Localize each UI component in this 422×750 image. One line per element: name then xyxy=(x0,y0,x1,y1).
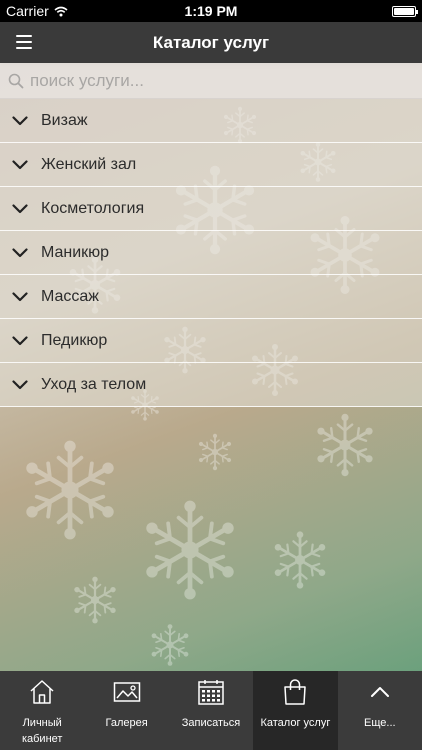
wifi-icon xyxy=(54,6,68,16)
service-item-label: Педикюр xyxy=(41,331,108,349)
search-input[interactable] xyxy=(30,70,410,91)
service-item-ukhod-za-telom[interactable]: Уход за телом xyxy=(0,363,422,407)
home-icon xyxy=(27,677,57,707)
chevron-down-icon xyxy=(12,115,28,125)
chevron-down-icon xyxy=(12,159,28,169)
chevron-down-icon xyxy=(12,379,28,389)
navigation-bar: Каталог услуг xyxy=(0,22,422,63)
clock: 1:19 PM xyxy=(184,3,238,19)
service-item-label: Косметология xyxy=(41,199,145,217)
service-item-label: Уход за телом xyxy=(41,375,147,393)
tab-service-catalog[interactable]: Каталог услуг xyxy=(253,671,338,750)
gallery-icon xyxy=(112,677,142,707)
tab-bar: Личный кабинет Галерея Записаться Катало… xyxy=(0,671,422,750)
service-item-kosmetologiya[interactable]: Косметология xyxy=(0,187,422,231)
shopping-bag-icon xyxy=(280,677,310,707)
page-title: Каталог услуг xyxy=(152,32,270,52)
service-item-label: Женский зал xyxy=(41,155,137,173)
status-bar: Carrier 1:19 PM xyxy=(0,0,422,22)
tab-book-appointment[interactable]: Записаться xyxy=(169,671,253,750)
service-item-label: Маникюр xyxy=(41,243,110,261)
tab-label: Еще... xyxy=(364,717,396,729)
battery-icon xyxy=(392,5,418,17)
tab-more[interactable]: Еще... xyxy=(338,671,422,750)
service-item-manikyur[interactable]: Маникюр xyxy=(0,231,422,275)
tab-personal-account[interactable]: Личный кабинет xyxy=(0,671,84,750)
tab-label: Записаться xyxy=(181,717,241,729)
tab-label: Галерея xyxy=(105,717,148,729)
tab-gallery[interactable]: Галерея xyxy=(84,671,168,750)
service-item-vizazh[interactable]: Визаж xyxy=(0,99,422,143)
service-item-label: Массаж xyxy=(41,287,100,305)
chevron-down-icon xyxy=(12,247,28,257)
service-item-label: Визаж xyxy=(41,111,88,129)
tab-label: Каталог услуг xyxy=(260,717,331,729)
search-bar[interactable] xyxy=(0,63,422,99)
service-list: Визаж Женский зал Косметология Маникюр М… xyxy=(0,99,422,407)
tab-label: Личный кабинет xyxy=(21,717,63,745)
chevron-up-icon xyxy=(365,677,395,707)
service-item-pedikyur[interactable]: Педикюр xyxy=(0,319,422,363)
hamburger-menu-icon[interactable] xyxy=(16,35,32,49)
chevron-down-icon xyxy=(12,291,28,301)
search-icon xyxy=(8,73,24,88)
service-item-zhenskiy-zal[interactable]: Женский зал xyxy=(0,143,422,187)
carrier-label: Carrier xyxy=(6,3,49,19)
chevron-down-icon xyxy=(12,335,28,345)
calendar-icon xyxy=(196,677,226,707)
service-item-massazh[interactable]: Массаж xyxy=(0,275,422,319)
chevron-down-icon xyxy=(12,203,28,213)
